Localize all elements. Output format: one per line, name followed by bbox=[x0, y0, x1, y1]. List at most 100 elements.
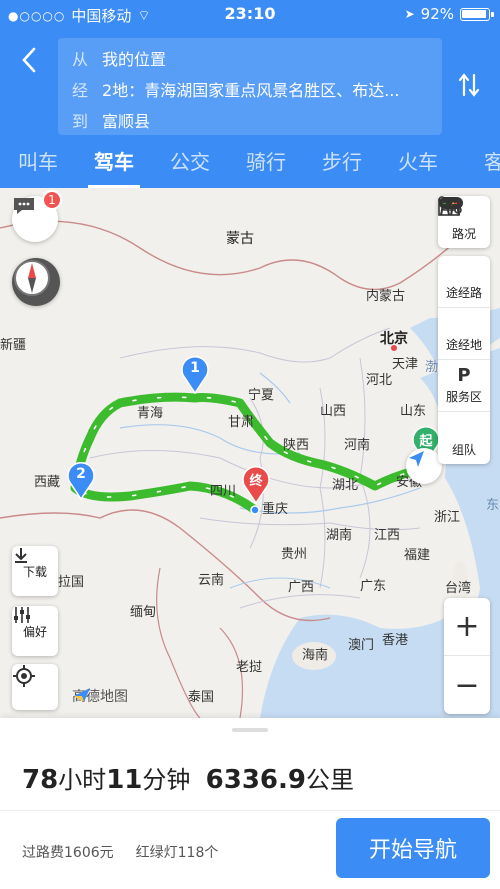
distance-value: 6336.9 bbox=[205, 765, 306, 795]
tab-train[interactable]: 火车 bbox=[380, 140, 456, 188]
waypoint-1-label: 1 bbox=[190, 360, 200, 376]
map-label-shanxi: 山西 bbox=[320, 404, 347, 419]
map-label-east: 东 bbox=[486, 498, 500, 513]
zoom-controls: + − bbox=[444, 598, 490, 714]
location-arrow-icon: ➤ bbox=[404, 7, 415, 21]
message-badge: 1 bbox=[42, 190, 62, 210]
distance-unit: 公里 bbox=[305, 766, 354, 794]
parking-icon: P bbox=[457, 365, 471, 386]
map-label-tianjin: 天津 bbox=[392, 357, 419, 372]
duration-hours: 78 bbox=[22, 765, 59, 795]
preference-button[interactable]: 偏好 bbox=[12, 606, 58, 656]
map-label-guangxi: 广西 bbox=[288, 580, 315, 595]
map-label-fujian: 福建 bbox=[404, 548, 431, 563]
download-button[interactable]: 下载 bbox=[12, 546, 58, 596]
battery-icon bbox=[460, 7, 494, 21]
tab-drive[interactable]: 驾车 bbox=[76, 140, 152, 188]
route-summary-panel: 78小时11分钟 6336.9公里 过路费1606元 红绿灯118个 开始导航 bbox=[0, 718, 500, 889]
route-summary: 78小时11分钟 6336.9公里 bbox=[22, 760, 354, 795]
team-button[interactable]: 组队 bbox=[438, 197, 490, 464]
to-label: 到 bbox=[72, 112, 89, 131]
download-label: 下载 bbox=[22, 564, 47, 579]
map-label-henan: 河南 bbox=[344, 438, 371, 453]
traffic-label: 路况 bbox=[451, 226, 476, 241]
route-from-row[interactable]: 从 我的位置 bbox=[72, 46, 166, 70]
via-value[interactable]: 2地：青海湖国家重点风景名胜区、布达... bbox=[102, 77, 399, 101]
map-label-laguo: 拉国 bbox=[58, 575, 85, 590]
waypoint-route-button[interactable]: 途经路 bbox=[438, 196, 490, 308]
compass-button[interactable] bbox=[12, 258, 60, 306]
route-to-row[interactable]: 到 富顺县 bbox=[72, 108, 150, 132]
map-label-hunan: 湖南 bbox=[326, 528, 353, 543]
map-label-xinjiang: 新疆 bbox=[0, 338, 27, 353]
drag-handle[interactable] bbox=[232, 728, 268, 732]
status-bar: ●○○○○ 中国移动 ⌔ 23:10 ➤ 92% bbox=[0, 0, 500, 28]
hours-unit: 小时 bbox=[58, 766, 107, 794]
map-label-gansu: 甘肃 bbox=[228, 415, 255, 430]
swap-button[interactable] bbox=[454, 70, 484, 100]
route-box[interactable]: 从 我的位置 经 2地：青海湖国家重点风景名胜区、布达... 到 富顺县 bbox=[58, 38, 442, 135]
start-pin-label: 起 bbox=[419, 434, 433, 449]
map-label-qinghai: 青海 bbox=[137, 406, 164, 421]
zoom-out-button[interactable]: − bbox=[444, 656, 490, 714]
map-label-zhejiang: 浙江 bbox=[434, 510, 461, 525]
locate-button[interactable] bbox=[12, 664, 58, 710]
duration-minutes: 11 bbox=[106, 765, 143, 795]
map-label-shandong: 山东 bbox=[400, 404, 427, 419]
header: ●○○○○ 中国移动 ⌔ 23:10 ➤ 92% 从 我的位置 经 2地：青海湖… bbox=[0, 0, 500, 188]
preference-label: 偏好 bbox=[22, 624, 47, 639]
toll-fee: 过路费1606元 bbox=[22, 845, 114, 861]
waypoint-2-label: 2 bbox=[76, 466, 86, 482]
tab-bus[interactable]: 公交 bbox=[152, 140, 228, 188]
map-label-tibet: 西藏 bbox=[34, 475, 61, 490]
transport-tabs: 叫车 驾车 公交 骑行 步行 火车 客 bbox=[0, 140, 500, 188]
service-area-button[interactable]: P 服务区 bbox=[438, 360, 490, 412]
map-label-beijing: 北京 bbox=[380, 331, 408, 347]
map-label-laos: 老挝 bbox=[236, 660, 263, 675]
waypoint-place-label: 途经地 bbox=[445, 338, 482, 352]
waypoint-place-button[interactable]: 途经地 bbox=[438, 197, 490, 360]
traffic-light-count: 红绿灯118个 bbox=[135, 845, 219, 861]
current-location-marker bbox=[406, 448, 442, 484]
route-via-row[interactable]: 经 2地：青海湖国家重点风景名胜区、布达... bbox=[72, 77, 399, 101]
map-label-ningxia: 宁夏 bbox=[248, 388, 275, 403]
divider bbox=[0, 810, 500, 811]
chat-bubble-icon bbox=[14, 198, 34, 214]
map-label-hainan: 海南 bbox=[302, 648, 329, 663]
zoom-in-button[interactable]: + bbox=[444, 598, 490, 656]
battery-percent: 92% bbox=[420, 5, 454, 23]
waypoint-2-pin[interactable]: 2 bbox=[66, 462, 96, 500]
sliders-icon bbox=[14, 607, 30, 623]
waypoint-route-label: 途经路 bbox=[445, 286, 482, 300]
end-pin[interactable]: 终 bbox=[241, 466, 271, 504]
message-button[interactable]: 1 bbox=[12, 190, 62, 242]
end-pin-label: 终 bbox=[249, 474, 263, 489]
chevron-left-icon bbox=[22, 47, 36, 73]
map-label-mongolia: 蒙古 bbox=[226, 231, 254, 247]
tab-bike[interactable]: 骑行 bbox=[228, 140, 304, 188]
waypoint-1-pin[interactable]: 1 bbox=[180, 356, 210, 394]
map-view[interactable]: 蒙古 内蒙古 新疆 北京 天津 渤 河北 宁夏 山西 山东 青海 甘肃 陕西 河… bbox=[0, 188, 500, 718]
route-fees: 过路费1606元 红绿灯118个 bbox=[22, 842, 218, 862]
from-value[interactable]: 我的位置 bbox=[102, 46, 166, 70]
map-label-hongkong: 香港 bbox=[382, 633, 409, 648]
back-button[interactable] bbox=[14, 42, 44, 78]
tab-taxi[interactable]: 叫车 bbox=[0, 140, 76, 188]
map-label-inner-mongolia: 内蒙古 bbox=[366, 289, 406, 304]
tab-walk[interactable]: 步行 bbox=[304, 140, 380, 188]
to-value[interactable]: 富顺县 bbox=[102, 108, 150, 132]
map-label-shaanxi: 陕西 bbox=[283, 438, 310, 453]
amap-logo-icon bbox=[74, 688, 90, 702]
download-icon bbox=[15, 548, 27, 563]
map-label-guangdong: 广东 bbox=[360, 579, 387, 594]
map-label-macau: 澳门 bbox=[348, 638, 375, 653]
map-label-thailand: 泰国 bbox=[188, 690, 215, 705]
minutes-unit: 分钟 bbox=[142, 766, 191, 794]
start-navigation-button[interactable]: 开始导航 bbox=[336, 818, 490, 878]
map-label-taiwan: 台湾 bbox=[445, 581, 472, 596]
tab-coach[interactable]: 客 bbox=[456, 140, 500, 188]
compass-icon bbox=[14, 260, 50, 296]
map-label-myanmar: 缅甸 bbox=[130, 605, 157, 620]
navigation-arrow-icon bbox=[409, 451, 424, 467]
map-label-hebei: 河北 bbox=[366, 373, 393, 388]
